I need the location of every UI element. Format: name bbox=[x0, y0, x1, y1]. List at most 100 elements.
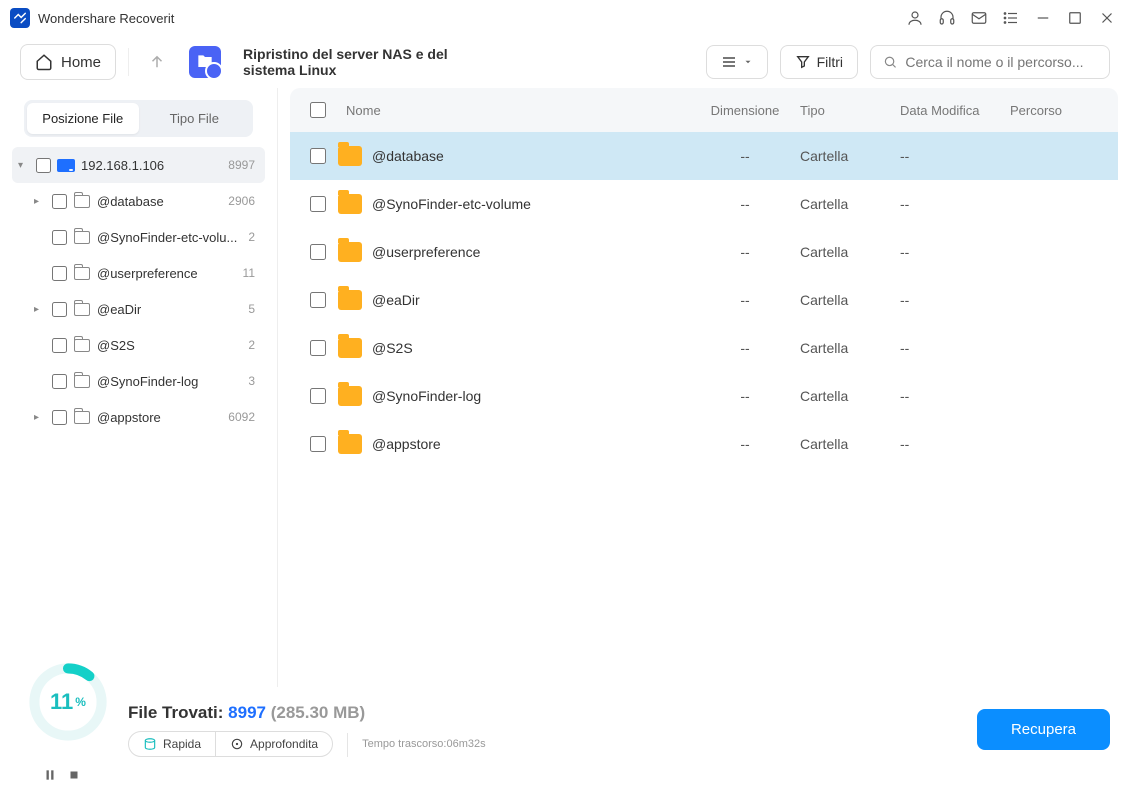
tab-file-type[interactable]: Tipo File bbox=[139, 103, 251, 134]
select-all-checkbox[interactable] bbox=[310, 102, 326, 118]
row-checkbox[interactable] bbox=[310, 340, 326, 356]
tree-item[interactable]: ▸ @database 2906 bbox=[12, 183, 265, 219]
row-date: -- bbox=[900, 148, 1010, 164]
tree-item-label: @S2S bbox=[97, 338, 242, 353]
tree-item-label: @appstore bbox=[97, 410, 222, 425]
col-date[interactable]: Data Modifica bbox=[900, 103, 1010, 118]
row-date: -- bbox=[900, 244, 1010, 260]
mail-icon[interactable] bbox=[970, 9, 988, 27]
app-logo bbox=[10, 8, 30, 28]
table-row[interactable]: @database--Cartella-- bbox=[290, 132, 1118, 180]
found-info: File Trovati: 8997 (285.30 MB) Rapida Ap… bbox=[128, 703, 486, 757]
row-checkbox[interactable] bbox=[310, 292, 326, 308]
row-checkbox[interactable] bbox=[310, 244, 326, 260]
search-box[interactable] bbox=[870, 45, 1110, 79]
col-name[interactable]: Nome bbox=[338, 103, 690, 118]
tree-item-checkbox[interactable] bbox=[52, 266, 67, 281]
folder-icon bbox=[73, 372, 91, 390]
table-row[interactable]: @eaDir--Cartella-- bbox=[290, 276, 1118, 324]
col-path[interactable]: Percorso bbox=[1010, 103, 1110, 118]
row-name: @SynoFinder-log bbox=[372, 388, 481, 404]
tree-item-count: 2906 bbox=[228, 194, 255, 208]
maximize-icon[interactable] bbox=[1066, 9, 1084, 27]
filter-button[interactable]: Filtri bbox=[780, 45, 858, 79]
tree-item-count: 5 bbox=[248, 302, 255, 316]
tree-root-checkbox[interactable] bbox=[36, 158, 51, 173]
tree-item-label: @database bbox=[97, 194, 222, 209]
row-dimension: -- bbox=[690, 436, 800, 452]
row-date: -- bbox=[900, 292, 1010, 308]
row-checkbox[interactable] bbox=[310, 148, 326, 164]
filter-label: Filtri bbox=[817, 54, 843, 70]
view-mode-button[interactable] bbox=[706, 45, 768, 79]
search-icon bbox=[883, 54, 897, 70]
progress-percent: 11 bbox=[50, 689, 73, 715]
stop-button[interactable] bbox=[67, 768, 81, 782]
close-icon[interactable] bbox=[1098, 9, 1116, 27]
recover-button[interactable]: Recupera bbox=[977, 709, 1110, 750]
table-row[interactable]: @appstore--Cartella-- bbox=[290, 420, 1118, 468]
list-icon[interactable] bbox=[1002, 9, 1020, 27]
chevron-icon[interactable]: ▸ bbox=[34, 412, 46, 423]
home-button[interactable]: Home bbox=[20, 44, 116, 80]
chevron-icon[interactable]: ▸ bbox=[34, 196, 46, 207]
chevron-down-icon[interactable]: ▾ bbox=[18, 160, 30, 171]
row-dimension: -- bbox=[690, 340, 800, 356]
headset-icon[interactable] bbox=[938, 9, 956, 27]
row-type: Cartella bbox=[800, 244, 900, 260]
sidebar: Posizione File Tipo File ▾ 192.168.1.106… bbox=[0, 88, 278, 687]
row-name: @database bbox=[372, 148, 444, 164]
tree-item-checkbox[interactable] bbox=[52, 194, 67, 209]
table-row[interactable]: @userpreference--Cartella-- bbox=[290, 228, 1118, 276]
tree-item[interactable]: @S2S 2 bbox=[12, 327, 265, 363]
file-table: Nome Dimensione Tipo Data Modifica Perco… bbox=[278, 88, 1130, 687]
chevron-icon[interactable]: ▸ bbox=[34, 304, 46, 315]
col-dimension[interactable]: Dimensione bbox=[690, 103, 800, 118]
row-checkbox[interactable] bbox=[310, 436, 326, 452]
pause-button[interactable] bbox=[43, 768, 57, 782]
minimize-icon[interactable] bbox=[1034, 9, 1052, 27]
row-type: Cartella bbox=[800, 340, 900, 356]
table-row[interactable]: @S2S--Cartella-- bbox=[290, 324, 1118, 372]
row-dimension: -- bbox=[690, 196, 800, 212]
folder-icon bbox=[338, 434, 362, 454]
col-type[interactable]: Tipo bbox=[800, 103, 900, 118]
tree-item[interactable]: @SynoFinder-log3 bbox=[12, 363, 265, 399]
folder-icon bbox=[73, 408, 91, 426]
tree-root-label: 192.168.1.106 bbox=[81, 158, 222, 173]
folder-icon bbox=[73, 192, 91, 210]
mode-fast-label: Rapida bbox=[163, 737, 201, 751]
mode-fast[interactable]: Rapida bbox=[129, 732, 215, 756]
row-checkbox[interactable] bbox=[310, 196, 326, 212]
progress-ring: 11% bbox=[26, 660, 110, 744]
up-button[interactable] bbox=[141, 46, 173, 78]
tree-item-checkbox[interactable] bbox=[52, 410, 67, 425]
file-tree: ▾ 192.168.1.106 8997 ▸ @database 2906 @Syno… bbox=[12, 147, 265, 679]
tree-item-checkbox[interactable] bbox=[52, 374, 67, 389]
row-name: @S2S bbox=[372, 340, 413, 356]
tree-item[interactable]: ▸@eaDir5 bbox=[12, 291, 265, 327]
tree-item-checkbox[interactable] bbox=[52, 302, 67, 317]
disk-scan-icon bbox=[143, 737, 157, 751]
tree-root[interactable]: ▾ 192.168.1.106 8997 bbox=[12, 147, 265, 183]
tree-item-checkbox[interactable] bbox=[52, 230, 67, 245]
folder-icon bbox=[338, 194, 362, 214]
mode-deep[interactable]: Approfondita bbox=[215, 732, 332, 756]
tree-item[interactable]: @SynoFinder-etc-volu...2 bbox=[12, 219, 265, 255]
table-row[interactable]: @SynoFinder-etc-volume--Cartella-- bbox=[290, 180, 1118, 228]
tree-item-count: 2 bbox=[248, 338, 255, 352]
tree-item-count: 6092 bbox=[228, 410, 255, 424]
user-icon[interactable] bbox=[906, 9, 924, 27]
tab-file-position[interactable]: Posizione File bbox=[27, 103, 139, 134]
table-row[interactable]: @SynoFinder-log--Cartella-- bbox=[290, 372, 1118, 420]
tree-item-label: @userpreference bbox=[97, 266, 237, 281]
toolbar: Home Ripristino del server NAS e del sis… bbox=[0, 36, 1130, 88]
tree-item-label: @SynoFinder-log bbox=[97, 374, 242, 389]
tree-item[interactable]: @userpreference11 bbox=[12, 255, 265, 291]
tree-item-checkbox[interactable] bbox=[52, 338, 67, 353]
tree-item[interactable]: ▸ @appstore 6092 bbox=[12, 399, 265, 435]
row-dimension: -- bbox=[690, 388, 800, 404]
search-input[interactable] bbox=[905, 54, 1097, 70]
elapsed-time: Tempo trascorso:06m32s bbox=[362, 738, 486, 750]
row-checkbox[interactable] bbox=[310, 388, 326, 404]
